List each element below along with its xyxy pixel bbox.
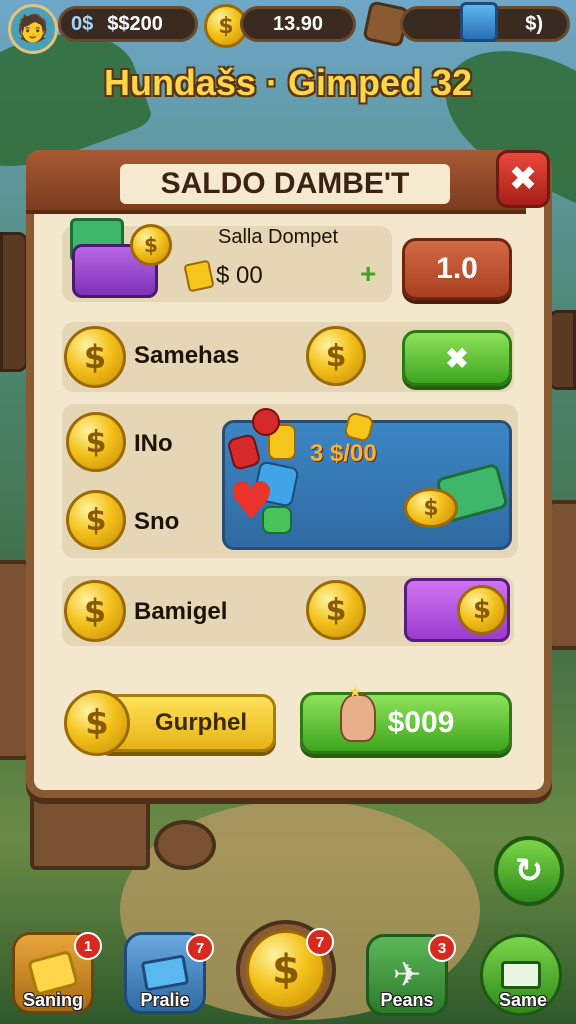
- coin-icon: $: [66, 490, 126, 550]
- close-icon: ✖: [508, 159, 538, 199]
- row-action-button[interactable]: ✖: [402, 330, 512, 386]
- balance-amount: $ 00: [216, 262, 263, 289]
- prize-amount: 3 $/00: [310, 440, 377, 467]
- character-icon: ★: [340, 682, 376, 742]
- row-label: INo: [134, 430, 173, 457]
- purple-wallet-icon[interactable]: $: [404, 578, 510, 642]
- row-label: Sno: [134, 508, 180, 535]
- balance-plus-icon[interactable]: +: [360, 258, 376, 290]
- hud-cash-pill[interactable]: 0$ $$200: [58, 6, 198, 42]
- dialog-title: SALDO DAMBE'T: [120, 164, 450, 204]
- nav-badge: 7: [306, 928, 334, 956]
- cash-note-icon: [140, 954, 190, 992]
- coin-icon: $: [66, 412, 126, 472]
- refresh-button[interactable]: ↻: [494, 836, 564, 906]
- coin-icon: $: [404, 488, 458, 528]
- background-stump: [154, 820, 216, 870]
- nav-badge: 3: [428, 934, 456, 962]
- close-button[interactable]: ✖: [496, 150, 550, 208]
- hud-cash-value: $$200: [107, 12, 163, 35]
- hud-coins-value: 13.90: [272, 12, 324, 35]
- wallet-chest-icon: $: [66, 214, 174, 302]
- nav-badge: 7: [186, 934, 214, 962]
- purchase-button[interactable]: $009: [300, 692, 512, 754]
- nav-label: Same: [498, 990, 548, 1010]
- coin-icon: $: [64, 580, 126, 642]
- coin-icon: $: [306, 580, 366, 640]
- right-side-tab[interactable]: [548, 310, 576, 390]
- hud-gem-box-icon: [460, 2, 498, 42]
- balance-cash-icon: [183, 259, 215, 293]
- red-gem-icon: [252, 408, 280, 436]
- hud-stat-label: 0$: [71, 12, 94, 35]
- refresh-icon: ↻: [514, 851, 544, 891]
- coin-icon: $: [64, 690, 130, 756]
- balance-heading: Salla Dompet: [218, 226, 339, 248]
- player-avatar[interactable]: 🧑: [8, 4, 58, 54]
- cross-icon: ✖: [445, 342, 469, 374]
- cash-stack-icon: [501, 961, 541, 989]
- nav-badge: 1: [74, 932, 102, 960]
- screen-title: Hundašs · Gimped 32: [103, 62, 473, 103]
- nav-label: Pralie: [140, 990, 190, 1010]
- balance-button-label: 1.0: [436, 252, 478, 285]
- row-label: Samehas: [134, 342, 240, 369]
- coin-icon: $: [306, 326, 366, 386]
- gurphel-button-label: Gurphel: [154, 709, 247, 736]
- hud-coins-pill[interactable]: 13.90: [240, 6, 356, 42]
- background-crate: [30, 790, 150, 870]
- row-label: Bamigel: [134, 598, 228, 625]
- paper-plane-icon: ✈: [392, 955, 422, 995]
- left-side-tab[interactable]: [0, 232, 28, 372]
- coin-icon: $: [64, 326, 126, 388]
- green-gem-icon: [262, 506, 292, 534]
- hud-gems-value: $): [525, 12, 543, 35]
- balance-button[interactable]: 1.0: [402, 238, 512, 300]
- nav-label: Peans: [380, 990, 434, 1010]
- background-hut-right: [548, 500, 576, 650]
- nav-label: Saning: [22, 990, 83, 1010]
- purchase-button-label: $009: [387, 706, 455, 739]
- avatar-icon: 🧑: [16, 14, 50, 44]
